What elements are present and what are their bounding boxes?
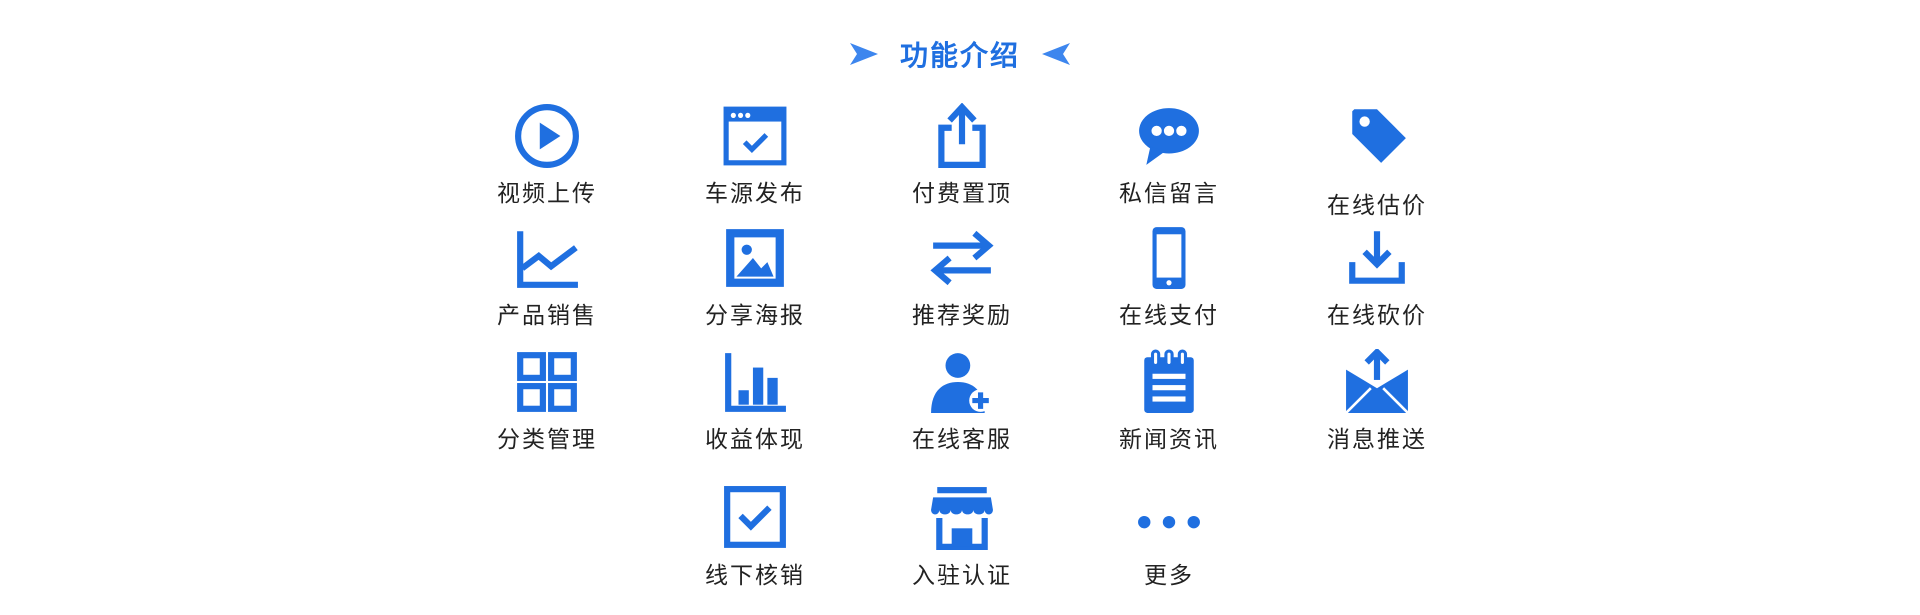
feature-merchant-certification[interactable]: 入驻认证 [882,482,1042,590]
feature-label: 入驻认证 [912,563,1012,589]
feature-offline-verification[interactable]: 线下核销 [675,482,835,590]
feature-label: 私信留言 [1119,181,1219,207]
page-title: 功能介绍 [899,39,1020,72]
feature-label: 分享海报 [705,303,805,329]
grid-icon [511,346,583,418]
feature-label: 新闻资讯 [1119,427,1219,453]
mail-upload-icon [1341,346,1413,418]
feature-label: 在线砍价 [1327,303,1427,329]
feature-label: 视频上传 [497,181,597,207]
chat-bubble-icon [1133,100,1205,172]
feature-video-upload[interactable]: 视频上传 [467,100,627,208]
feature-message-push[interactable]: 消息推送 [1297,346,1457,454]
checkbox-icon [719,482,791,554]
feature-paid-pin[interactable]: 付费置顶 [882,100,1042,208]
feature-online-payment[interactable]: 在线支付 [1089,222,1249,330]
feature-private-message[interactable]: 私信留言 [1089,100,1249,208]
feature-label: 消息推送 [1327,427,1427,453]
notepad-icon [1133,346,1205,418]
feature-product-sales[interactable]: 产品销售 [467,222,627,330]
mobile-phone-icon [1133,222,1205,294]
feature-label: 车源发布 [705,181,805,207]
feature-category-management[interactable]: 分类管理 [467,346,627,454]
browser-window-icon [719,100,791,172]
section-header: 功能介绍 [0,36,1920,72]
feature-intro-page: 功能介绍 视频上传 车源发布 付费置顶 私信留言 在线估价 产品销售 分享海报 … [0,0,1920,615]
feature-referral-reward[interactable]: 推荐奖励 [882,222,1042,330]
add-user-icon [926,346,998,418]
feature-more[interactable]: 更多 [1089,482,1249,590]
exchange-arrows-icon [926,222,998,294]
storefront-icon [926,482,998,554]
feature-online-bargain[interactable]: 在线砍价 [1297,222,1457,330]
bar-chart-icon [719,346,791,418]
feature-car-listing[interactable]: 车源发布 [675,100,835,208]
feature-online-valuation[interactable]: 在线估价 [1297,100,1457,220]
feature-label: 收益体现 [705,427,805,453]
price-tag-icon [1341,100,1413,172]
feature-label: 线下核销 [705,563,805,589]
feature-label: 产品销售 [497,303,597,329]
download-tray-icon [1341,222,1413,294]
feature-label: 在线支付 [1119,303,1219,329]
image-poster-icon [719,222,791,294]
feature-customer-service[interactable]: 在线客服 [882,346,1042,454]
arrow-left-icon [1042,43,1070,65]
feature-label: 推荐奖励 [912,303,1012,329]
feature-label: 在线估价 [1327,193,1427,219]
feature-news[interactable]: 新闻资讯 [1089,346,1249,454]
play-circle-icon [511,100,583,172]
feature-label: 在线客服 [912,427,1012,453]
arrow-right-icon [849,43,878,65]
feature-earnings[interactable]: 收益体现 [675,346,835,454]
feature-label: 付费置顶 [912,181,1012,207]
feature-label: 分类管理 [497,427,597,453]
line-chart-icon [511,222,583,294]
more-dots-icon [1133,482,1205,554]
feature-label: 更多 [1144,563,1194,589]
share-upload-icon [926,100,998,172]
feature-share-poster[interactable]: 分享海报 [675,222,835,330]
